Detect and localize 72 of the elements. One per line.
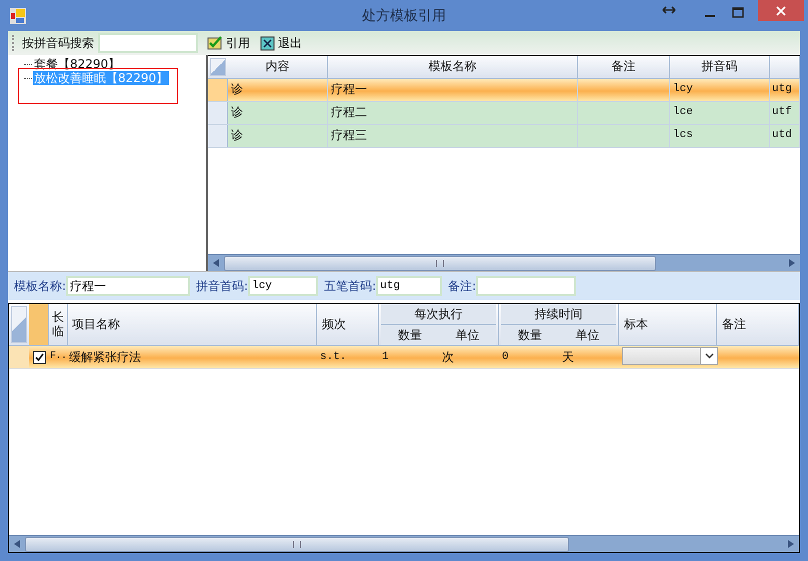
field-label: 拼音首码:: [196, 278, 248, 294]
table-cell-text: 天: [561, 349, 575, 366]
column-header[interactable]: 长临: [49, 304, 68, 345]
close-box-icon: [260, 36, 275, 50]
column-header[interactable]: 模板名称: [328, 56, 578, 78]
table-cell: 疗程二: [328, 102, 578, 124]
table-row[interactable]: 诊 疗程二 lce utf: [208, 102, 800, 125]
column-header[interactable]: 备注: [717, 304, 799, 345]
scroll-left-icon[interactable]: [14, 540, 20, 548]
table-cell-text: 次: [441, 349, 455, 366]
resize-icon[interactable]: [662, 5, 676, 15]
item-code: F..: [49, 350, 67, 364]
table-cell-text: s.t.: [319, 350, 348, 365]
input-field[interactable]: lcy: [248, 276, 318, 296]
confirm-button[interactable]: 引用: [204, 34, 253, 52]
maximize-icon: [732, 6, 744, 18]
scrollbar-thumb[interactable]: [25, 536, 569, 552]
table-cell: 疗程三: [328, 125, 578, 147]
input-field[interactable]: 疗程一: [66, 276, 190, 296]
table-cell: 诊: [228, 79, 328, 101]
table-cell: 诊: [228, 102, 328, 124]
column-header[interactable]: 单位: [558, 325, 616, 345]
field-label: 五笔首码:: [324, 278, 376, 294]
column-header[interactable]: 频次: [317, 304, 379, 345]
table-cell: lcs: [670, 125, 770, 147]
table-cell: utg: [770, 79, 800, 101]
input-field[interactable]: utg: [376, 276, 442, 296]
input-field[interactable]: [476, 276, 576, 296]
column-header[interactable]: 项目名称: [67, 304, 317, 345]
table-row[interactable]: 诊 疗程三 lcs utd: [208, 125, 800, 148]
search-field[interactable]: [98, 33, 198, 53]
app-icon: [10, 8, 26, 24]
column-header[interactable]: 备注: [578, 56, 670, 78]
table-cell: 诊: [228, 125, 328, 147]
scrollbar-thumb[interactable]: [224, 256, 656, 270]
scroll-right-icon[interactable]: [789, 259, 795, 267]
table-cell-text: 1: [381, 350, 390, 365]
horizontal-scrollbar[interactable]: [208, 254, 800, 271]
minimize-icon: [705, 15, 715, 17]
column-header[interactable]: 标本: [619, 304, 717, 345]
column-header[interactable]: 内容: [228, 56, 328, 78]
specimen-dropdown[interactable]: [622, 347, 718, 365]
select-all-corner[interactable]: [11, 306, 27, 343]
close-button[interactable]: [758, 0, 804, 21]
item-name: 缓解紧张疗法: [68, 349, 142, 366]
scroll-left-icon[interactable]: [213, 259, 219, 267]
field-label: 模板名称:: [14, 278, 66, 294]
table-cell: lcy: [670, 79, 770, 101]
chevron-down-icon: [704, 353, 714, 359]
scroll-right-icon[interactable]: [788, 540, 794, 548]
table-cell: utd: [770, 125, 800, 147]
table-row[interactable]: F.. 缓解紧张疗法 s.t. 1 次 0 天: [9, 346, 799, 369]
field-label: 备注:: [448, 278, 476, 294]
search-label: 按拼音码搜索: [22, 34, 94, 52]
table-row[interactable]: 诊 疗程一 lcy utg: [208, 79, 800, 102]
exit-button[interactable]: 退出: [257, 34, 305, 52]
column-group-header: 每次执行: [381, 304, 496, 325]
checkbox[interactable]: [32, 350, 46, 364]
checkmark-icon: [207, 36, 223, 50]
horizontal-scrollbar[interactable]: [9, 535, 799, 553]
column-header[interactable]: 数量: [381, 325, 438, 345]
select-all-corner[interactable]: [210, 58, 226, 76]
column-header[interactable]: 单位: [438, 325, 496, 345]
table-cell: lce: [670, 102, 770, 124]
column-header[interactable]: 数量: [501, 325, 558, 345]
column-group-header: 持续时间: [501, 304, 616, 325]
table-cell: utf: [770, 102, 800, 124]
table-cell: 疗程一: [328, 79, 578, 101]
close-icon: [776, 6, 786, 16]
window-title: 处方模板引用: [362, 7, 446, 25]
column-header[interactable]: 拼音码: [670, 56, 770, 78]
table-cell-text: 0: [501, 350, 510, 365]
